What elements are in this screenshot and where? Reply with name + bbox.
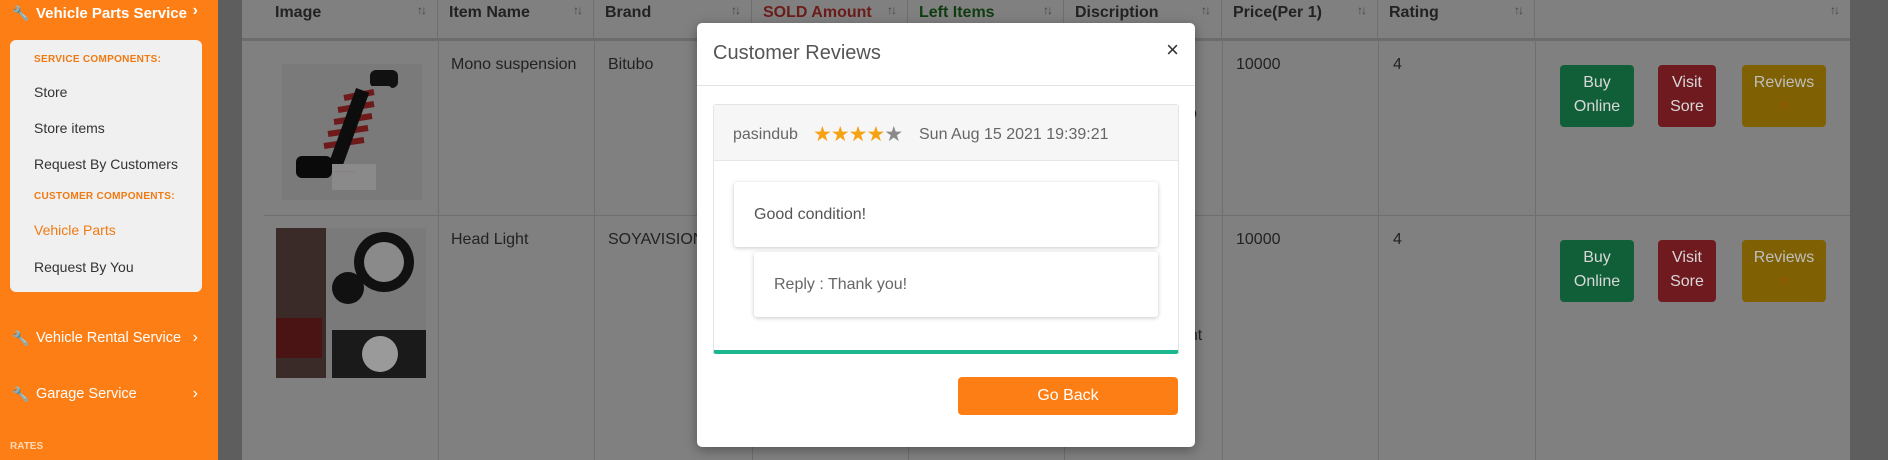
cell-price: 10000 (1236, 56, 1281, 73)
column-header-image[interactable]: Image ↑↓ (264, 0, 438, 40)
reply-text: Reply : Thank you! (774, 276, 908, 293)
star-filled-icon: ★ (813, 123, 832, 146)
product-image-mono-suspension: ......................... (282, 64, 422, 200)
reviewer-name: pasindub (733, 126, 798, 143)
column-divider (594, 40, 595, 460)
cell-brand: SOYAVISION (608, 231, 705, 248)
sort-icon: ↑↓ (731, 3, 741, 17)
review-card: pasindub ★★★★★ Sun Aug 15 2021 19:39:21 … (713, 104, 1179, 354)
column-divider (1535, 40, 1536, 460)
modal-title: Customer Reviews (713, 42, 881, 64)
sidebar-item-label: Garage Service (36, 386, 137, 402)
review-reply: Reply : Thank you! (754, 252, 1158, 317)
rating-stars: ★★★★★ (813, 122, 903, 147)
submenu-item-store-items[interactable]: Store items (34, 120, 105, 136)
column-header-actions[interactable]: ↑↓ (1535, 0, 1850, 40)
submenu-item-request-by-you[interactable]: Request By You (34, 259, 134, 275)
sort-icon: ↑↓ (417, 3, 427, 17)
review-date: Sun Aug 15 2021 19:39:21 (919, 126, 1109, 143)
cell-item-name: Head Light (451, 231, 529, 248)
sidebar-item-vehicle-parts-service[interactable]: 🔧 Vehicle Parts Service › (0, 0, 218, 26)
visit-store-button[interactable]: Visit Sore (1658, 65, 1716, 127)
sidebar-item-garage-service[interactable]: 🔧 Garage Service › (0, 379, 218, 409)
column-divider (438, 40, 439, 460)
header-label: Image (275, 4, 322, 21)
reviews-label: Reviews (1753, 249, 1815, 266)
chevron-right-icon: › (192, 329, 198, 346)
go-back-button[interactable]: Go Back (958, 377, 1178, 415)
visit-store-button[interactable]: Visit Sore (1658, 240, 1716, 302)
sort-icon: ↑↓ (1043, 3, 1053, 17)
buy-online-button[interactable]: Buy Online (1560, 240, 1634, 302)
reviews-label: Reviews (1753, 74, 1815, 91)
sidebar: 🔧 Vehicle Parts Service › SERVICE COMPON… (0, 0, 218, 460)
sort-icon: ↑↓ (887, 3, 897, 17)
wrench-icon: 🔧 (12, 385, 30, 402)
header-label: Left Items (919, 4, 995, 21)
sort-icon: ↑↓ (1201, 3, 1211, 17)
sort-icon: ↑↓ (1514, 3, 1524, 17)
headlight-image (276, 228, 426, 378)
chevron-right-icon: › (192, 2, 198, 19)
product-image-head-light (276, 228, 426, 378)
column-divider (1378, 40, 1379, 460)
cell-rating: 4 (1393, 231, 1402, 248)
header-label: Price(Per 1) (1233, 4, 1322, 21)
submenu-item-store[interactable]: Store (34, 84, 67, 100)
submenu-section-customer: CUSTOMER COMPONENTS: (34, 191, 175, 202)
submenu: SERVICE COMPONENTS: Store Store items Re… (10, 40, 202, 292)
submenu-item-request-by-customers[interactable]: Request By Customers (34, 156, 178, 172)
suspension-image: ......................... (296, 70, 398, 190)
header-label: SOLD Amount (763, 4, 872, 21)
chevron-right-icon: › (192, 385, 198, 402)
cell-brand: Bitubo (608, 56, 654, 73)
modal-header: Customer Reviews × (697, 23, 1195, 86)
column-divider (1222, 40, 1223, 460)
review-header: pasindub ★★★★★ Sun Aug 15 2021 19:39:21 (714, 105, 1178, 161)
comment-text: Good condition! (754, 206, 867, 223)
customer-reviews-modal: Customer Reviews × pasindub ★★★★★ Sun Au… (697, 23, 1195, 447)
sort-icon: ↑↓ (1357, 3, 1367, 17)
star-icon: ★ (1775, 270, 1793, 290)
column-header-price[interactable]: Price(Per 1) ↑↓ (1222, 0, 1378, 40)
star-filled-icon: ★ (830, 123, 850, 146)
sidebar-section-rates: RATES (10, 441, 44, 452)
star-empty-icon: ★ (884, 123, 903, 146)
reviews-button[interactable]: Reviews ★ (1742, 240, 1826, 302)
buy-online-button[interactable]: Buy Online (1560, 65, 1634, 127)
svg-text:.........................: ......................... (334, 169, 355, 173)
close-icon[interactable]: × (1166, 39, 1179, 61)
sidebar-item-label: Vehicle Parts Service (36, 4, 187, 22)
star-filled-icon: ★ (848, 123, 868, 146)
sidebar-item-label: Vehicle Rental Service (36, 330, 182, 346)
submenu-section-service: SERVICE COMPONENTS: (34, 54, 162, 65)
star-icon: ★ (1775, 95, 1793, 115)
sort-icon: ↑↓ (573, 3, 583, 17)
submenu-item-vehicle-parts[interactable]: Vehicle Parts (34, 222, 116, 238)
header-label: Rating (1389, 4, 1439, 21)
header-label: Discription (1075, 4, 1159, 21)
column-header-item-name[interactable]: Item Name ↑↓ (438, 0, 594, 40)
wrench-icon: 🔧 (12, 4, 30, 21)
cell-item-name: Mono suspension (451, 56, 577, 73)
star-filled-icon: ★ (866, 123, 885, 146)
reviews-button[interactable]: Reviews ★ (1742, 65, 1826, 127)
cell-price: 10000 (1236, 231, 1281, 248)
column-header-rating[interactable]: Rating ↑↓ (1378, 0, 1535, 40)
header-label: Item Name (449, 4, 530, 21)
sidebar-item-vehicle-rental-service[interactable]: 🔧 Vehicle Rental Service › (0, 323, 218, 353)
header-label: Brand (605, 4, 652, 21)
cell-rating: 4 (1393, 56, 1402, 73)
wrench-icon: 🔧 (12, 329, 30, 346)
sort-icon: ↑↓ (1830, 3, 1840, 17)
review-comment: Good condition! (734, 182, 1158, 247)
